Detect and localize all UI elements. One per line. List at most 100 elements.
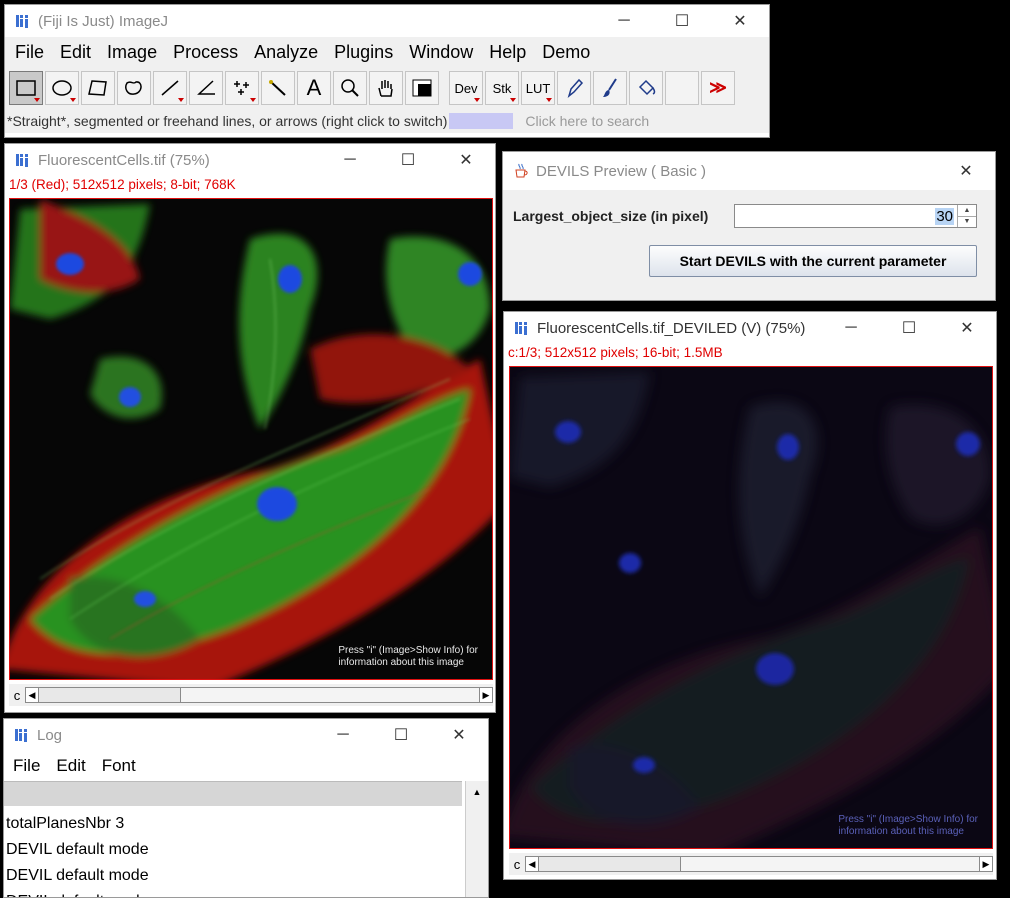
imagej-statusbar: *Straight*, segmented or freehand lines,…	[5, 109, 769, 133]
text-icon: A	[306, 75, 322, 100]
param-value[interactable]: 30	[935, 208, 954, 225]
close-button[interactable]: ✕	[711, 5, 769, 37]
devils-titlebar[interactable]: DEVILS Preview ( Basic ) ✕	[503, 152, 995, 190]
image-canvas[interactable]: Press "i" (Image>Show Info) for informat…	[9, 198, 493, 680]
maximize-button[interactable]: ☐	[372, 719, 430, 751]
window-title: FluorescentCells.tif (75%)	[38, 151, 210, 169]
oval-icon	[52, 80, 72, 96]
flood-fill-tool[interactable]	[629, 71, 663, 105]
close-button[interactable]: ✕	[437, 144, 495, 176]
scroll-right-button[interactable]: ▶	[479, 687, 493, 703]
menu-help[interactable]: Help	[481, 42, 534, 63]
hand-tool[interactable]	[369, 71, 403, 105]
lut-menu-tool[interactable]: LUT	[521, 71, 555, 105]
channel-label: c	[13, 687, 21, 703]
channel-scrollbar[interactable]: c ◀ ▶	[509, 853, 993, 875]
multipoint-icon	[234, 81, 249, 95]
log-scrollbar[interactable]: ▲	[465, 781, 488, 897]
line-tool[interactable]	[153, 71, 187, 105]
image-info-text: c:1/3; 512x512 pixels; 16-bit; 1.5MB	[508, 345, 723, 360]
menu-demo[interactable]: Demo	[534, 42, 598, 63]
scroll-left-button[interactable]: ◀	[525, 856, 539, 872]
menu-analyze[interactable]: Analyze	[246, 42, 326, 63]
maximize-button[interactable]: ☐	[880, 312, 938, 344]
angle-icon	[197, 80, 215, 95]
close-button[interactable]: ✕	[938, 312, 996, 344]
polygon-tool[interactable]	[81, 71, 115, 105]
point-tool[interactable]	[225, 71, 259, 105]
stk-menu-tool[interactable]: Stk	[485, 71, 519, 105]
log-line: DEVIL default mode	[6, 841, 149, 858]
log-menubar: File Edit Font	[4, 751, 488, 781]
scroll-right-button[interactable]: ▶	[979, 856, 993, 872]
more-tools-button[interactable]: ≫	[701, 71, 735, 105]
imagej-menubar: File Edit Image Process Analyze Plugins …	[5, 37, 769, 67]
start-devils-button[interactable]: Start DEVILS with the current parameter	[649, 245, 977, 277]
log-titlebar[interactable]: Log ─ ☐ ✕	[4, 719, 488, 751]
window-title: DEVILS Preview ( Basic )	[536, 162, 707, 180]
log-text-area[interactable]: totalPlanesNbr 3 DEVIL default mode DEVI…	[6, 811, 149, 897]
magnifier-tool[interactable]	[333, 71, 367, 105]
status-text: *Straight*, segmented or freehand lines,…	[7, 113, 448, 129]
menu-file[interactable]: File	[5, 756, 48, 776]
menu-edit[interactable]: Edit	[48, 756, 93, 776]
color-picker-tool[interactable]	[405, 71, 439, 105]
pencil-tool[interactable]	[557, 71, 591, 105]
fiji-app-icon	[515, 322, 527, 335]
search-input[interactable]: Click here to search	[525, 113, 649, 129]
image-canvas[interactable]: Press "i" (Image>Show Info) for informat…	[509, 366, 993, 849]
imagej-titlebar[interactable]: (Fiji Is Just) ImageJ ─ ☐ ✕	[5, 5, 769, 37]
close-button[interactable]: ✕	[430, 719, 488, 751]
text-tool[interactable]: A	[297, 71, 331, 105]
channel-scrollbar[interactable]: c ◀ ▶	[9, 684, 493, 706]
menu-file[interactable]: File	[7, 42, 52, 63]
oval-tool[interactable]	[45, 71, 79, 105]
menu-plugins[interactable]: Plugins	[326, 42, 401, 63]
paint-bucket-icon	[638, 79, 656, 96]
java-cup-icon	[515, 163, 528, 178]
scroll-thumb[interactable]	[539, 857, 681, 871]
menu-edit[interactable]: Edit	[52, 42, 99, 63]
imagej-toolbar: A Dev Stk LUT ≫	[5, 67, 769, 109]
menu-window[interactable]: Window	[401, 42, 481, 63]
menu-process[interactable]: Process	[165, 42, 246, 63]
minimize-button[interactable]: ─	[321, 144, 379, 176]
rectangle-icon	[16, 80, 36, 96]
line-icon	[161, 80, 179, 96]
scroll-thumb[interactable]	[39, 688, 181, 702]
scroll-track[interactable]	[39, 687, 479, 703]
deviled-image-window: FluorescentCells.tif_DEVILED (V) (75%) ─…	[503, 311, 997, 880]
brush-tool[interactable]	[593, 71, 627, 105]
close-button[interactable]: ✕	[937, 152, 995, 190]
magnifier-icon	[341, 79, 359, 97]
scroll-up-button[interactable]: ▲	[466, 787, 488, 797]
rectangle-tool[interactable]	[9, 71, 43, 105]
dev-menu-tool[interactable]: Dev	[449, 71, 483, 105]
spinner-down-button[interactable]: ▼	[957, 216, 976, 227]
log-line: totalPlanesNbr 3	[6, 815, 125, 832]
fiji-app-icon	[16, 154, 28, 167]
scroll-track[interactable]	[539, 856, 979, 872]
deviled-titlebar[interactable]: FluorescentCells.tif_DEVILED (V) (75%) ─…	[504, 312, 996, 344]
largest-object-size-spinner[interactable]: 30 ▲ ▼	[734, 204, 977, 228]
wand-icon	[269, 80, 286, 96]
angle-tool[interactable]	[189, 71, 223, 105]
image-info-text: 1/3 (Red); 512x512 pixels; 8-bit; 768K	[9, 177, 236, 192]
image-info-overlay: Press "i" (Image>Show Info) for informat…	[338, 645, 478, 668]
fiji-app-icon	[15, 13, 31, 29]
freehand-tool[interactable]	[117, 71, 151, 105]
imagej-main-window: (Fiji Is Just) ImageJ ─ ☐ ✕ File Edit Im…	[4, 4, 770, 138]
log-window: Log ─ ☐ ✕ File Edit Font ▲ totalPlanesNb…	[3, 718, 489, 898]
maximize-button[interactable]: ☐	[379, 144, 437, 176]
menu-image[interactable]: Image	[99, 42, 165, 63]
wand-tool[interactable]	[261, 71, 295, 105]
minimize-button[interactable]: ─	[822, 312, 880, 344]
fluor-titlebar[interactable]: FluorescentCells.tif (75%) ─ ☐ ✕	[5, 144, 495, 176]
scroll-left-button[interactable]: ◀	[25, 687, 39, 703]
menu-font[interactable]: Font	[94, 756, 144, 776]
minimize-button[interactable]: ─	[595, 5, 653, 37]
maximize-button[interactable]: ☐	[653, 5, 711, 37]
minimize-button[interactable]: ─	[314, 719, 372, 751]
empty-tool-slot[interactable]	[665, 71, 699, 105]
log-header-bar	[4, 781, 462, 806]
